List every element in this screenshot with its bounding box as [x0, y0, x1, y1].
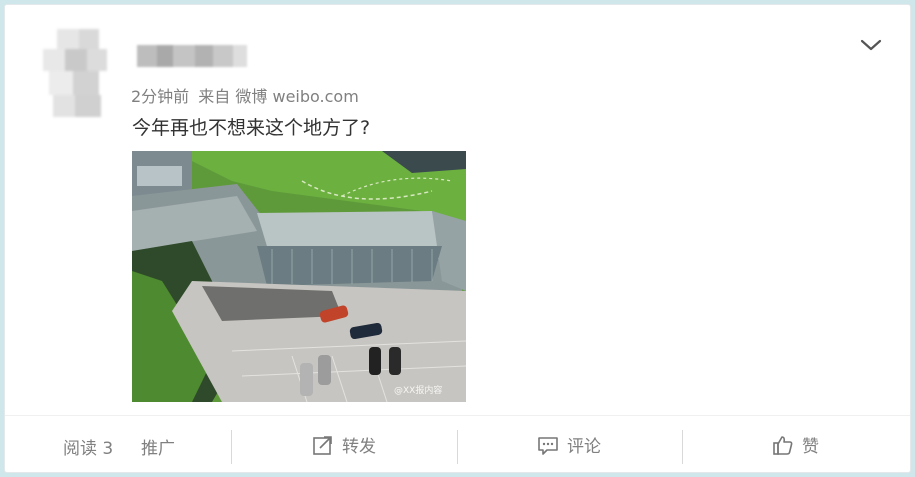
- comment-label: 评论: [567, 437, 601, 457]
- divider: [231, 430, 232, 464]
- read-count: 阅读 3: [63, 439, 114, 459]
- username-blurred[interactable]: [137, 45, 247, 67]
- like-button[interactable]: 赞: [772, 432, 819, 457]
- promote-button[interactable]: 推广: [141, 434, 175, 459]
- weibo-post-card: 2分钟前 来自 微博 weibo.com 今年再也不想来这个地方了? @XX报内…: [4, 4, 911, 473]
- divider: [457, 430, 458, 464]
- post-meta: 2分钟前 来自 微博 weibo.com: [131, 83, 359, 107]
- comment-button[interactable]: 评论: [537, 432, 601, 457]
- comment-icon: [538, 436, 558, 455]
- post-source[interactable]: 微博 weibo.com: [235, 87, 358, 106]
- like-label: 赞: [802, 437, 819, 457]
- post-time[interactable]: 2分钟前: [131, 87, 189, 106]
- post-image[interactable]: @XX报内容: [132, 151, 466, 402]
- share-icon: [313, 435, 332, 455]
- chevron-down-icon[interactable]: [857, 33, 885, 57]
- avatar[interactable]: [43, 29, 117, 121]
- source-prefix: 来自: [198, 87, 231, 106]
- divider: [682, 430, 683, 464]
- post-text: 今年再也不想来这个地方了?: [132, 117, 371, 139]
- image-watermark: @XX报内容: [394, 384, 442, 396]
- repost-button[interactable]: 转发: [312, 432, 376, 457]
- repost-label: 转发: [342, 437, 376, 457]
- post-footer: 阅读 3 推广 转发 评论 赞: [5, 415, 910, 472]
- thumbs-up-icon: [773, 435, 793, 455]
